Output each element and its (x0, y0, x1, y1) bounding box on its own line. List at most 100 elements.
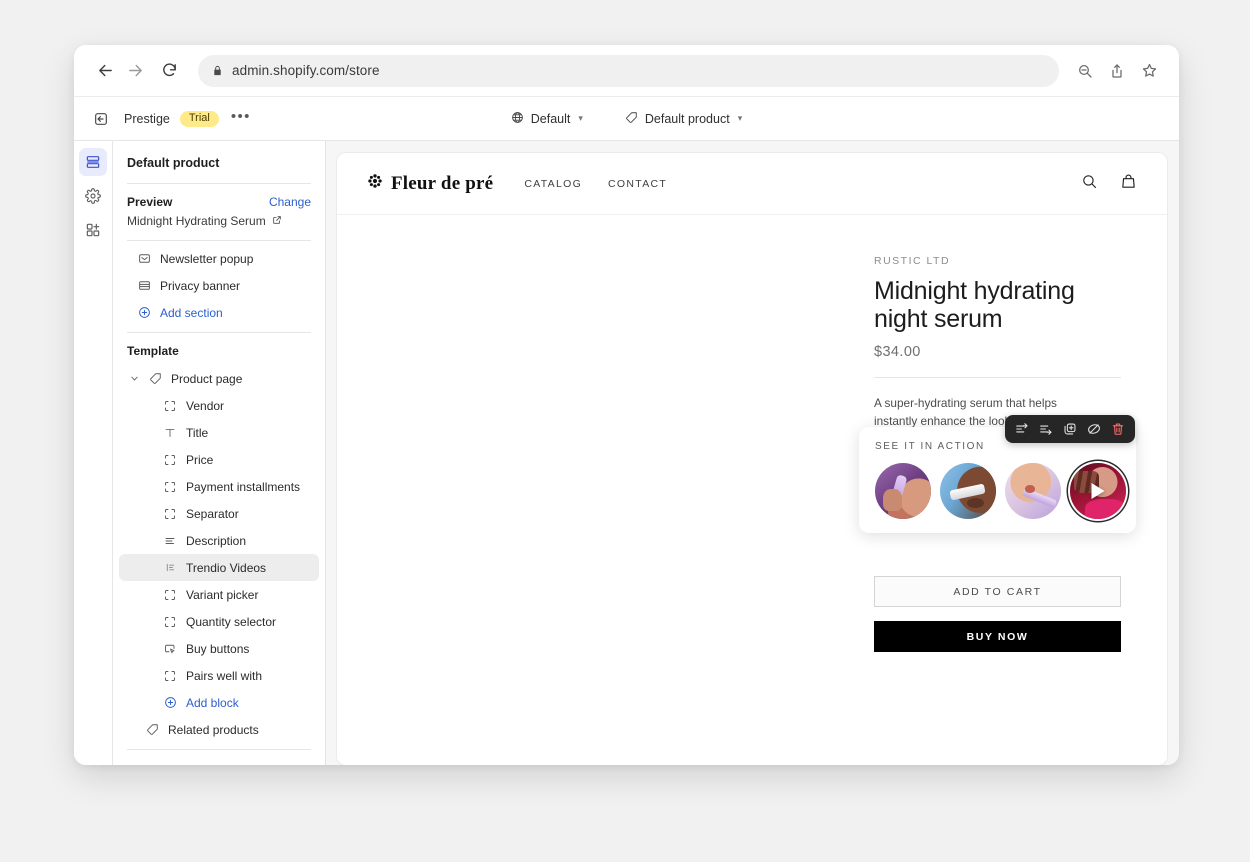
add-section-button-bottom[interactable]: Add section (119, 757, 319, 766)
storefront-header: Fleur de pré CATALOG CONTACT (337, 153, 1167, 215)
store-nav-catalog[interactable]: CATALOG (524, 178, 582, 190)
sections-icon[interactable] (79, 148, 107, 176)
top-sections-list: Newsletter popup Privacy banner Add sect… (113, 241, 325, 332)
flower-mark-icon (367, 173, 383, 195)
block-icon (163, 507, 177, 521)
globe-icon (511, 111, 524, 127)
preview-change-link[interactable]: Change (269, 195, 311, 209)
sidebar-block-variant-picker[interactable]: Variant picker (119, 581, 319, 608)
video-thumb-2[interactable] (940, 463, 996, 519)
add-section-button-top[interactable]: Add section (119, 299, 319, 326)
block-icon (163, 669, 177, 683)
sidebar-block-payment-installments[interactable]: Payment installments (119, 473, 319, 500)
sidebar-block-description[interactable]: Description (119, 527, 319, 554)
description-icon (163, 534, 177, 548)
block-toolbar (1005, 415, 1135, 443)
product-title: Midnight hydrating night serum (874, 277, 1075, 333)
sidebar-block-quantity-selector[interactable]: Quantity selector (119, 608, 319, 635)
reload-icon[interactable] (154, 56, 184, 86)
sidebar-item-related-products[interactable]: Related products (119, 716, 319, 743)
product-info: RUSTIC LTD Midnight hydrating night seru… (874, 255, 1121, 430)
store-nav-contact[interactable]: CONTACT (608, 178, 667, 190)
move-down-icon[interactable] (1036, 419, 1056, 439)
shopping-bag-icon[interactable] (1120, 173, 1137, 195)
banner-icon (137, 279, 151, 293)
sidebar-item-privacy-banner[interactable]: Privacy banner (119, 272, 319, 299)
store-nav: CATALOG CONTACT (524, 178, 667, 190)
back-arrow-icon[interactable] (90, 56, 120, 86)
buy-now-button[interactable]: BUY NOW (874, 621, 1121, 652)
popup-icon (137, 252, 151, 266)
video-thumbnails (875, 463, 1136, 519)
sidebar-item-label: Variant picker (186, 587, 259, 602)
block-icon (163, 615, 177, 629)
play-icon[interactable] (1091, 483, 1105, 499)
block-icon (163, 588, 177, 602)
exit-icon[interactable] (88, 106, 114, 132)
cta-block: ADD TO CART BUY NOW (874, 576, 1121, 652)
sidebar-item-label: Payment installments (186, 479, 301, 494)
sidebar-block-pairs-well-with[interactable]: Pairs well with (119, 662, 319, 689)
tag-icon (625, 111, 638, 127)
buy-button-icon (163, 642, 177, 656)
search-icon[interactable] (1081, 173, 1098, 195)
editor-topbar: Prestige Trial ••• Default ▾ Default pro… (74, 97, 1179, 141)
more-options-button[interactable]: ••• (231, 109, 251, 129)
forward-arrow-icon[interactable] (120, 56, 150, 86)
locale-selector[interactable]: Default ▾ (511, 111, 583, 127)
delete-icon[interactable] (1108, 419, 1128, 439)
zoom-out-icon[interactable] (1071, 57, 1099, 85)
store-logo[interactable]: Fleur de pré (367, 173, 493, 195)
block-icon (163, 453, 177, 467)
sidebar-block-vendor[interactable]: Vendor (119, 392, 319, 419)
hide-icon[interactable] (1084, 419, 1104, 439)
sidebar-block-price[interactable]: Price (119, 446, 319, 473)
sidebar-item-label: Add section (160, 764, 223, 766)
add-to-cart-button[interactable]: ADD TO CART (874, 576, 1121, 607)
sidebar-title: Default product (127, 156, 220, 170)
video-thumb-4[interactable] (1070, 463, 1126, 519)
external-link-icon[interactable] (272, 214, 282, 228)
icon-rail (74, 141, 113, 765)
text-icon (163, 426, 177, 440)
locale-selector-label: Default (530, 111, 571, 126)
plus-circle-icon (163, 696, 177, 710)
chevron-down-icon: ▾ (578, 113, 583, 123)
sidebar-item-label: Add section (160, 305, 223, 320)
bookmark-star-icon[interactable] (1135, 57, 1163, 85)
settings-gear-icon[interactable] (79, 182, 107, 210)
sidebar: Default product Preview Change Midnight … (113, 141, 326, 765)
product-price: $34.00 (874, 344, 921, 360)
chrome-actions (1071, 57, 1163, 85)
sidebar-block-buy-buttons[interactable]: Buy buttons (119, 635, 319, 662)
tag-icon (145, 723, 159, 737)
video-thumb-1[interactable] (875, 463, 931, 519)
preview-product[interactable]: Midnight Hydrating Serum (127, 214, 311, 228)
video-thumb-3[interactable] (1005, 463, 1061, 519)
tag-icon (148, 372, 162, 386)
product-area: RUSTIC LTD Midnight hydrating night seru… (337, 215, 1167, 765)
block-icon (163, 399, 177, 413)
share-icon[interactable] (1103, 57, 1131, 85)
chevron-down-icon: ▾ (737, 113, 743, 123)
template-selector[interactable]: Default product ▾ (625, 111, 742, 127)
block-icon (163, 480, 177, 494)
move-up-icon[interactable] (1012, 419, 1032, 439)
url-text: admin.shopify.com/store (232, 63, 380, 78)
sidebar-block-title[interactable]: Title (119, 419, 319, 446)
sidebar-item-newsletter-popup[interactable]: Newsletter popup (119, 245, 319, 272)
sidebar-item-label: Price (186, 452, 214, 467)
sidebar-block-trendio-videos[interactable]: Trendio Videos (119, 554, 319, 581)
duplicate-icon[interactable] (1060, 419, 1080, 439)
app-block-icon (163, 561, 177, 575)
apps-icon[interactable] (79, 216, 107, 244)
browser-chrome: admin.shopify.com/store (74, 45, 1179, 97)
add-block-button[interactable]: Add block (119, 689, 319, 716)
storefront-preview[interactable]: Fleur de pré CATALOG CONTACT RUSTIC LTD … (337, 153, 1167, 765)
lock-icon (212, 65, 223, 76)
sidebar-block-separator[interactable]: Separator (119, 500, 319, 527)
sidebar-item-product-page[interactable]: Product page (119, 365, 319, 392)
url-bar[interactable]: admin.shopify.com/store (198, 54, 1059, 87)
chevron-down-icon[interactable] (129, 374, 139, 383)
preview-pane: Fleur de pré CATALOG CONTACT RUSTIC LTD … (326, 141, 1179, 765)
